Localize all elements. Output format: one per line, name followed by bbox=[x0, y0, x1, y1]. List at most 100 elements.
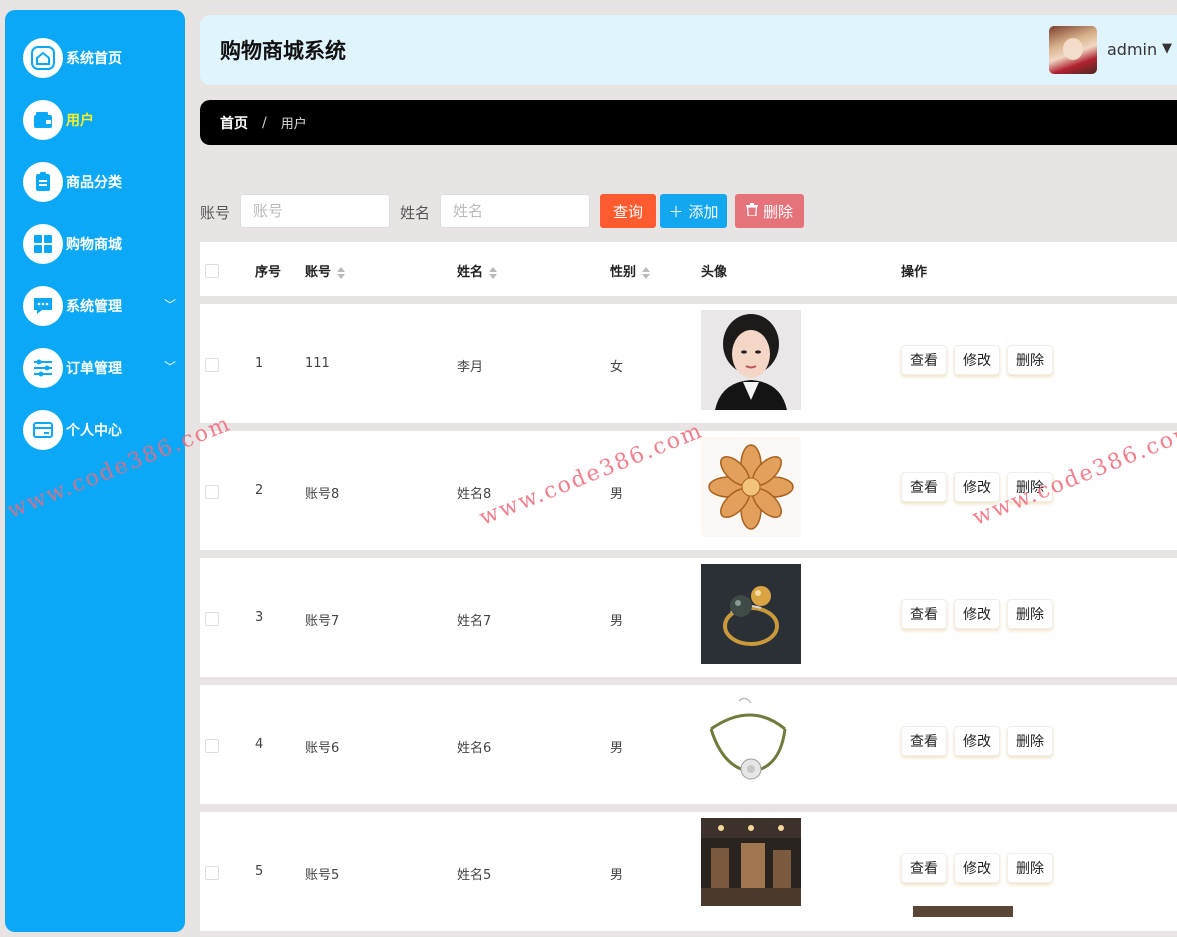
column-header-avatar: 头像 bbox=[701, 265, 728, 280]
column-header-index: 序号 bbox=[255, 265, 282, 280]
edit-button[interactable]: 修改 bbox=[954, 726, 1000, 756]
chevron-down-icon: ﹀ bbox=[163, 360, 176, 374]
sidebar-item-label: 商品分类 bbox=[66, 175, 122, 191]
table-header: 序号 账号 姓名 性别 头像 操作 bbox=[200, 242, 1177, 296]
sidebar-item-users[interactable]: 用户 bbox=[23, 98, 178, 142]
cell-account: 账号7 bbox=[305, 614, 340, 629]
row-checkbox[interactable] bbox=[205, 739, 219, 753]
delete-button[interactable]: 删除 bbox=[1007, 853, 1053, 883]
chevron-down-icon: ﹀ bbox=[163, 298, 176, 312]
sidebar-item-system[interactable]: 系统管理 ﹀ bbox=[23, 284, 178, 328]
column-header-account-label: 账号 bbox=[305, 265, 332, 280]
avatar[interactable] bbox=[1049, 26, 1097, 74]
add-button-label: 添加 bbox=[688, 202, 719, 221]
cell-account: 账号8 bbox=[305, 487, 340, 502]
sliders-icon bbox=[23, 348, 63, 388]
breadcrumb-current: 用户 bbox=[280, 117, 307, 132]
sidebar-item-home[interactable]: 系统首页 bbox=[23, 36, 178, 80]
cell-name: 姓名5 bbox=[457, 868, 492, 883]
delete-button[interactable]: 删除 bbox=[1007, 345, 1053, 375]
view-button[interactable]: 查看 bbox=[901, 599, 947, 629]
cell-account: 111 bbox=[305, 356, 330, 371]
column-header-name-label: 姓名 bbox=[457, 265, 484, 280]
sidebar-item-categories[interactable]: 商品分类 bbox=[23, 160, 178, 204]
cell-gender: 男 bbox=[610, 741, 624, 756]
cell-gender: 女 bbox=[610, 360, 624, 375]
image-fragment bbox=[913, 906, 1013, 917]
sidebar-item-label: 用户 bbox=[66, 113, 94, 129]
table-row: 5 账号5 姓名5 男 查看 修改 删除 bbox=[200, 812, 1177, 931]
sidebar-item-mall[interactable]: 购物商城 bbox=[23, 222, 178, 266]
breadcrumb: 首页 / 用户 bbox=[200, 100, 1177, 145]
sidebar: 系统首页 用户 商品分类 购物商城 系统管理 ﹀ 订单管理 ﹀ 个人中心 bbox=[5, 10, 185, 932]
table-row: 4 账号6 姓名6 男 查看 修改 删除 bbox=[200, 685, 1177, 804]
portrait-photo bbox=[701, 310, 801, 410]
view-button[interactable]: 查看 bbox=[901, 853, 947, 883]
sidebar-item-orders[interactable]: 订单管理 ﹀ bbox=[23, 346, 178, 390]
caret-down-icon[interactable]: ▼ bbox=[1162, 41, 1172, 56]
golden-flower-jewelry bbox=[701, 437, 801, 537]
cell-account: 账号6 bbox=[305, 741, 340, 756]
top-header: 购物商城系统 admin ▼ bbox=[200, 15, 1177, 85]
cell-name: 姓名7 bbox=[457, 614, 492, 629]
delete-button-label: 删除 bbox=[762, 202, 793, 221]
view-button[interactable]: 查看 bbox=[901, 472, 947, 502]
store-interior bbox=[701, 818, 801, 906]
breadcrumb-separator: / bbox=[262, 114, 267, 131]
page-title: 购物商城系统 bbox=[220, 39, 346, 63]
column-header-account[interactable]: 账号 bbox=[305, 261, 346, 280]
cell-gender: 男 bbox=[610, 487, 624, 502]
cell-gender: 男 bbox=[610, 868, 624, 883]
cell-gender: 男 bbox=[610, 614, 624, 629]
delete-button[interactable]: 删除 bbox=[1007, 726, 1053, 756]
sidebar-item-label: 系统管理 bbox=[66, 299, 122, 315]
delete-button[interactable]: 删除 bbox=[1007, 472, 1053, 502]
delete-button[interactable]: 删除 bbox=[1007, 599, 1053, 629]
view-button[interactable]: 查看 bbox=[901, 345, 947, 375]
edit-button[interactable]: 修改 bbox=[954, 853, 1000, 883]
card-icon bbox=[23, 410, 63, 450]
cell-index: 3 bbox=[255, 610, 264, 625]
edit-button[interactable]: 修改 bbox=[954, 345, 1000, 375]
sidebar-item-label: 订单管理 bbox=[66, 361, 122, 377]
batch-delete-button[interactable]: 删除 bbox=[735, 194, 804, 228]
table-row: 1 111 李月 女 查看 修改 删除 bbox=[200, 304, 1177, 423]
name-search-input[interactable] bbox=[440, 194, 590, 228]
query-button[interactable]: 查询 bbox=[600, 194, 656, 228]
wallet-icon bbox=[23, 100, 63, 140]
column-header-gender[interactable]: 性别 bbox=[610, 261, 651, 280]
grid-icon bbox=[23, 224, 63, 264]
username[interactable]: admin bbox=[1107, 40, 1157, 59]
sort-icon[interactable] bbox=[642, 266, 651, 279]
cell-name: 姓名8 bbox=[457, 487, 492, 502]
cell-index: 1 bbox=[255, 356, 264, 371]
add-button[interactable]: ＋添加 bbox=[660, 194, 727, 228]
pearl-ring bbox=[701, 564, 801, 664]
select-all-checkbox[interactable] bbox=[205, 264, 219, 278]
breadcrumb-home[interactable]: 首页 bbox=[220, 113, 248, 133]
query-button-label: 查询 bbox=[612, 202, 643, 221]
chat-icon bbox=[23, 286, 63, 326]
row-checkbox[interactable] bbox=[205, 358, 219, 372]
sidebar-item-label: 购物商城 bbox=[66, 237, 122, 253]
clipboard-icon bbox=[23, 162, 63, 202]
table-row: 3 账号7 姓名7 男 查看 修改 删除 bbox=[200, 558, 1177, 677]
cell-name: 李月 bbox=[457, 360, 484, 375]
row-checkbox[interactable] bbox=[205, 612, 219, 626]
view-button[interactable]: 查看 bbox=[901, 726, 947, 756]
account-search-input[interactable] bbox=[240, 194, 390, 228]
cell-index: 2 bbox=[255, 483, 264, 498]
edit-button[interactable]: 修改 bbox=[954, 472, 1000, 502]
sidebar-item-profile[interactable]: 个人中心 bbox=[23, 408, 178, 452]
sort-icon[interactable] bbox=[337, 266, 346, 279]
row-checkbox[interactable] bbox=[205, 485, 219, 499]
account-label: 账号 bbox=[200, 204, 231, 222]
row-checkbox[interactable] bbox=[205, 866, 219, 880]
column-header-name[interactable]: 姓名 bbox=[457, 261, 498, 280]
cell-index: 5 bbox=[255, 864, 264, 879]
silver-bracelet bbox=[701, 691, 801, 791]
edit-button[interactable]: 修改 bbox=[954, 599, 1000, 629]
cell-account: 账号5 bbox=[305, 868, 340, 883]
sort-icon[interactable] bbox=[489, 266, 498, 279]
sidebar-item-label: 系统首页 bbox=[66, 51, 122, 67]
